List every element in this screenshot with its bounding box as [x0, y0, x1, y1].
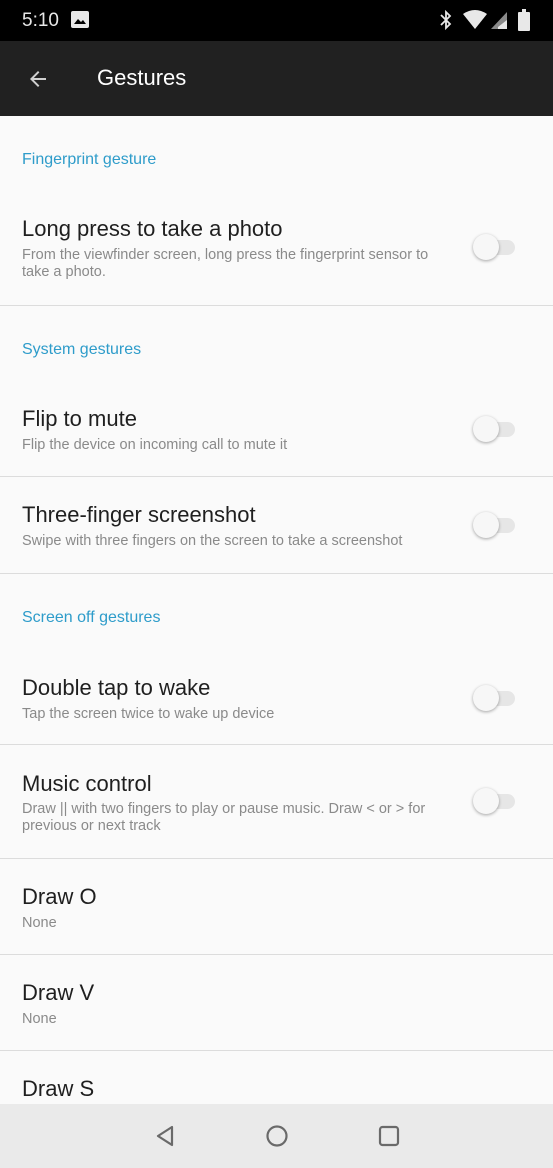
settings-list[interactable]: Fingerprint gesture Long press to take a… [0, 116, 553, 1104]
flip-to-mute-toggle[interactable] [473, 414, 517, 444]
pref-summary: None [22, 915, 57, 931]
pref-title: Three-finger screenshot [22, 502, 256, 527]
divider [0, 954, 553, 955]
three-finger-screenshot-toggle[interactable] [473, 510, 517, 540]
divider [0, 573, 553, 574]
pref-title: Long press to take a photo [22, 216, 283, 241]
pref-draw-o[interactable]: Draw O None [0, 872, 553, 954]
nav-recents-icon[interactable] [375, 1122, 403, 1150]
nav-back-icon[interactable] [151, 1122, 179, 1150]
app-bar: Gestures [0, 41, 553, 116]
toggle-thumb [473, 416, 499, 442]
signal-icon [491, 12, 507, 29]
music-control-toggle[interactable] [473, 786, 517, 816]
divider [0, 476, 553, 477]
pref-title: Draw O [22, 884, 97, 909]
toggle-thumb [473, 685, 499, 711]
divider [0, 744, 553, 745]
pref-draw-s[interactable]: Draw S [0, 1064, 553, 1104]
navigation-bar [0, 1104, 553, 1168]
wifi-icon [463, 10, 487, 29]
pref-summary: Draw || with two fingers to play or paus… [22, 801, 426, 834]
status-time: 5:10 [22, 10, 59, 31]
page-title: Gestures [97, 65, 187, 90]
pref-title: Double tap to wake [22, 675, 211, 700]
arrow-back-icon [30, 71, 46, 87]
toggle-thumb [473, 512, 499, 538]
gallery-icon [71, 11, 89, 28]
pref-flip-to-mute[interactable]: Flip to mute Flip the device on incoming… [0, 394, 553, 476]
bluetooth-icon [440, 9, 452, 31]
pref-summary: Flip the device on incoming call to mute… [22, 437, 288, 453]
pref-title: Draw V [22, 980, 95, 1005]
pref-title: Draw S [22, 1076, 95, 1101]
pref-summary: From the viewfinder screen, long press t… [22, 247, 429, 280]
section-header-system: System gestures [22, 341, 142, 358]
divider [0, 858, 553, 859]
section-header-fingerprint: Fingerprint gesture [22, 151, 157, 168]
pref-summary: None [22, 1011, 57, 1027]
pref-summary: Swipe with three fingers on the screen t… [22, 533, 403, 549]
pref-title: Music control [22, 771, 152, 796]
double-tap-wake-toggle[interactable] [473, 683, 517, 713]
battery-icon [518, 9, 530, 31]
divider [0, 1050, 553, 1051]
pref-draw-v[interactable]: Draw V None [0, 968, 553, 1050]
pref-three-finger-screenshot[interactable]: Three-finger screenshot Swipe with three… [0, 490, 553, 572]
nav-home-icon[interactable] [263, 1122, 291, 1150]
pref-long-press-photo[interactable]: Long press to take a photo From the view… [0, 204, 553, 304]
pref-music-control[interactable]: Music control Draw || with two fingers t… [0, 759, 553, 857]
toggle-thumb [473, 788, 499, 814]
long-press-photo-toggle[interactable] [473, 232, 517, 262]
status-bar: 5:10 [0, 0, 553, 41]
divider [0, 305, 553, 306]
pref-double-tap-wake[interactable]: Double tap to wake Tap the screen twice … [0, 663, 553, 745]
back-button[interactable] [20, 61, 56, 97]
toggle-thumb [473, 234, 499, 260]
section-header-screen-off: Screen off gestures [22, 609, 161, 626]
pref-title: Flip to mute [22, 406, 137, 431]
pref-summary: Tap the screen twice to wake up device [22, 706, 275, 722]
